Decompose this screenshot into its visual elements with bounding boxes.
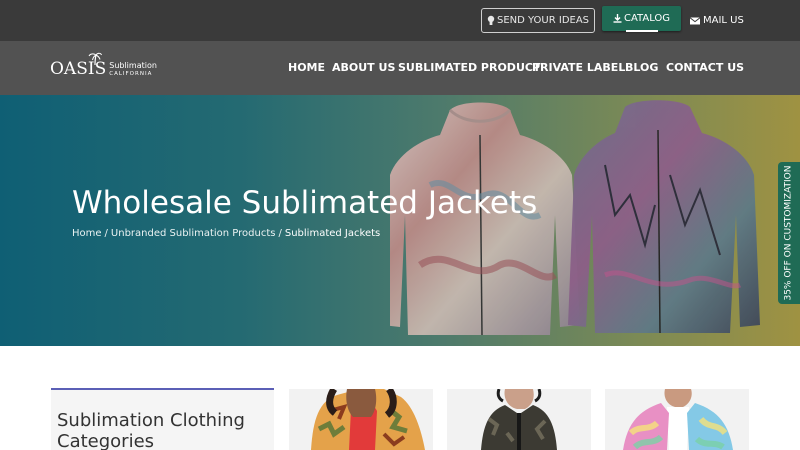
brand-logo[interactable]: OASIS Sublimation CALIFORNIA — [50, 52, 157, 84]
nav-contact-us[interactable]: CONTACT US — [666, 61, 744, 75]
mail-us-button[interactable]: MAIL US — [690, 12, 744, 29]
mail-us-label: MAIL US — [703, 15, 744, 26]
hero-banner: Wholesale Sublimated Jackets Home / Unbr… — [0, 95, 800, 346]
categories-heading: Sublimation Clothing Categories — [57, 410, 245, 450]
send-ideas-label: SEND YOUR IDEAS — [496, 15, 590, 26]
catalog-button[interactable]: CATALOG — [602, 6, 681, 32]
top-bar: SEND YOUR IDEAS CATALOG MAIL US — [0, 0, 800, 41]
palm-tree-icon — [88, 52, 102, 66]
page: SEND YOUR IDEAS CATALOG MAIL US OASIS Su… — [0, 0, 800, 450]
nav-home[interactable]: HOME — [288, 61, 325, 75]
breadcrumb: Home / Unbranded Sublimation Products / … — [72, 228, 380, 239]
catalog-underline — [626, 30, 658, 32]
breadcrumb-separator: / — [278, 228, 282, 239]
customization-offer-tab[interactable]: 35% OFF ON CUSTOMIZATION — [778, 162, 800, 304]
product-image — [605, 389, 749, 450]
bulb-icon — [487, 15, 495, 25]
categories-panel: Sublimation Clothing Categories — [51, 388, 274, 450]
breadcrumb-unbranded-products[interactable]: Unbranded Sublimation Products — [111, 228, 276, 239]
jacket-right — [568, 100, 760, 334]
customization-offer-label: 35% OFF ON CUSTOMIZATION — [784, 165, 794, 301]
catalog-label: CATALOG — [623, 13, 671, 24]
brand-line1: Sublimation — [109, 61, 157, 70]
nav-private-label[interactable]: PRIVATE LABEL — [532, 61, 625, 75]
product-card[interactable] — [447, 389, 591, 450]
nav-blog[interactable]: BLOG — [625, 61, 658, 75]
page-title: Wholesale Sublimated Jackets — [72, 185, 538, 221]
breadcrumb-current: Sublimated Jackets — [284, 228, 381, 239]
product-image — [289, 389, 433, 450]
nav-about-us[interactable]: ABOUT US — [332, 61, 395, 75]
envelope-icon — [690, 16, 700, 24]
product-card[interactable] — [289, 389, 433, 450]
breadcrumb-home[interactable]: Home — [72, 228, 102, 239]
send-ideas-button[interactable]: SEND YOUR IDEAS — [481, 8, 595, 33]
download-icon — [613, 14, 622, 23]
product-card[interactable] — [605, 389, 749, 450]
brand-line2: CALIFORNIA — [109, 71, 153, 77]
product-image — [447, 389, 591, 450]
nav-sublimated-product[interactable]: SUBLIMATED PRODUCT — [398, 61, 540, 75]
breadcrumb-separator: / — [104, 228, 108, 239]
